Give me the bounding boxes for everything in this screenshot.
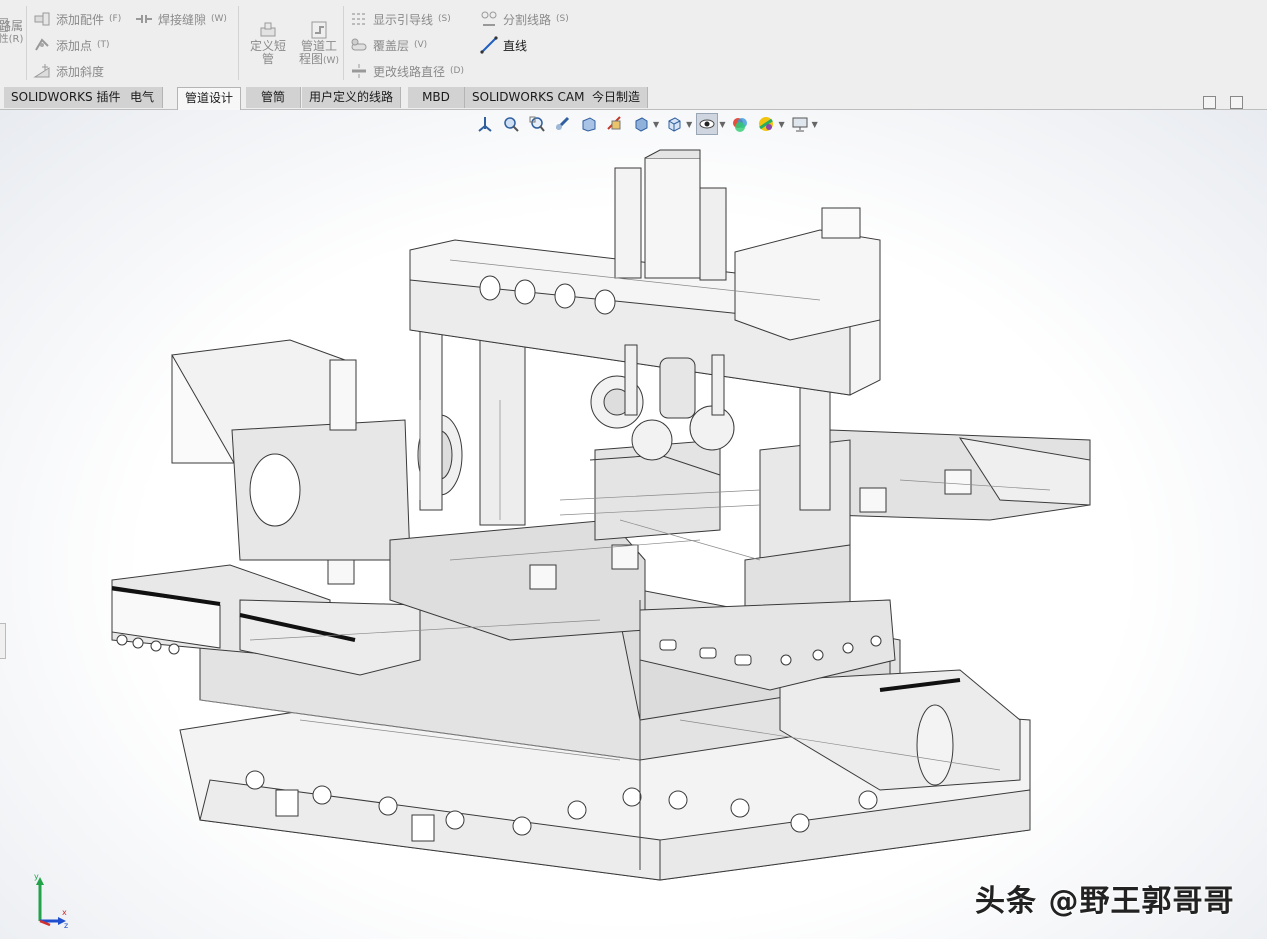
route-properties-button[interactable]: 路属 性(R): [0, 18, 24, 46]
chevron-down-icon[interactable]: ▼: [719, 120, 725, 129]
edit-appearance-icon[interactable]: [729, 113, 751, 135]
chevron-down-icon[interactable]: ▼: [686, 120, 692, 129]
chevron-down-icon[interactable]: ▼: [778, 120, 784, 129]
command-manager-ribbon: 路属 性(R) 添加配件 (F) 添加点 (T) 添加斜度 焊接缝隙 (W) 定义短 …: [0, 0, 1267, 88]
cover-layer-icon: [351, 38, 367, 51]
cover-layer-button[interactable]: 覆盖层 (V): [350, 36, 427, 54]
section-view-icon[interactable]: [578, 113, 600, 135]
dynamic-annotation-icon[interactable]: [604, 113, 626, 135]
view-orientation-cube-icon[interactable]: [630, 113, 652, 135]
zoom-to-fit-icon[interactable]: [500, 113, 522, 135]
machine-assembly-model[interactable]: [0, 110, 1267, 939]
ribbon-separator: [343, 6, 344, 80]
line-icon: [480, 36, 498, 54]
guidelines-icon: [352, 13, 366, 25]
ribbon-separator: [26, 6, 27, 80]
add-assembly-icon: [34, 12, 50, 26]
ribbon-separator: [238, 6, 239, 80]
graphics-area[interactable]: [0, 110, 1267, 939]
display-style-icon[interactable]: [663, 113, 685, 135]
add-point-button[interactable]: 添加点 (T): [33, 36, 110, 54]
weld-gap-button[interactable]: 焊接缝隙 (W): [135, 10, 227, 28]
previous-view-icon[interactable]: [552, 113, 574, 135]
triad-z-label: z: [64, 921, 68, 929]
weld-gap-icon: [136, 15, 152, 23]
tab-piping[interactable]: 管道设计: [177, 87, 242, 110]
tab-manufacturing-today[interactable]: 今日制造: [585, 87, 649, 108]
define-short-pipe-button[interactable]: 定义短 管: [244, 20, 292, 66]
chevron-down-icon[interactable]: ▼: [812, 120, 818, 129]
chevron-down-icon[interactable]: ▼: [653, 120, 659, 129]
heads-up-view-toolbar: ▼ ▼ ▼ ▼ ▼: [474, 113, 818, 135]
split-route-button[interactable]: 分割线路 (S): [480, 10, 569, 28]
tab-electrical[interactable]: 电气: [122, 87, 163, 108]
add-assembly-button[interactable]: 添加配件 (F): [33, 10, 121, 28]
tab-user-defined-route[interactable]: 用户定义的线路: [302, 87, 402, 108]
apply-scene-icon[interactable]: [755, 113, 777, 135]
pipe-drawing-icon: [311, 21, 327, 39]
tab-mbd[interactable]: MBD: [408, 87, 465, 108]
collapse-left-icon[interactable]: [1203, 96, 1216, 109]
tab-tubing[interactable]: 管筒: [246, 87, 301, 108]
triad-y-label: y: [34, 873, 39, 881]
straight-line-button[interactable]: 直线: [480, 36, 527, 54]
add-point-icon: [35, 38, 49, 51]
add-slope-icon: [33, 64, 50, 78]
tab-solidworks-addins[interactable]: SOLIDWORKS 插件: [4, 87, 129, 108]
watermark-text: 头条 @野王郭哥哥: [975, 884, 1235, 919]
show-guidelines-button[interactable]: 显示引导线 (S): [350, 10, 451, 28]
feature-tree-handle[interactable]: [0, 623, 6, 659]
reference-triad: y x z: [34, 873, 68, 929]
hide-show-items-icon[interactable]: [696, 113, 719, 135]
zoom-area-icon[interactable]: [526, 113, 548, 135]
triad-x-label: x: [62, 908, 67, 917]
view-settings-icon[interactable]: [789, 113, 811, 135]
short-pipe-icon: [260, 22, 276, 37]
pipe-drawing-button[interactable]: 管道工 程图(W): [294, 20, 344, 68]
command-manager-tabs: SOLIDWORKS 插件 电气 管道设计 管筒 用户定义的线路 MBD SOL…: [0, 87, 1267, 110]
change-route-diameter-button[interactable]: 更改线路直径 (D): [350, 62, 464, 80]
add-slope-button[interactable]: 添加斜度: [33, 62, 104, 80]
tab-solidworks-cam[interactable]: SOLIDWORKS CAM: [465, 87, 593, 108]
view-orientation-icon[interactable]: [474, 113, 496, 135]
task-pane-buttons: [1203, 96, 1243, 109]
route-diameter-icon: [352, 64, 366, 78]
split-route-icon: [481, 11, 497, 26]
collapse-right-icon[interactable]: [1230, 96, 1243, 109]
